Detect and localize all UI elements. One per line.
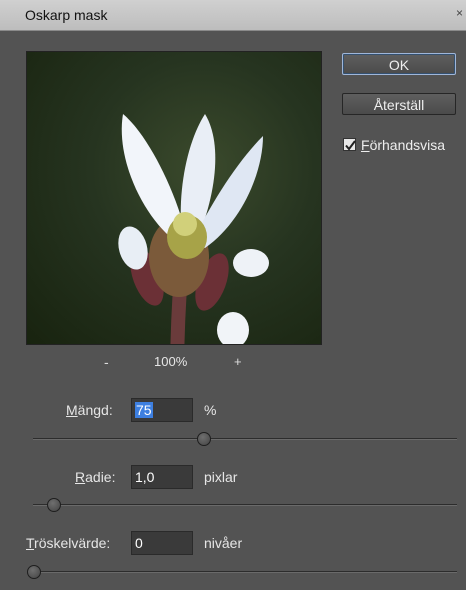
zoom-in-button[interactable]: + <box>234 354 242 369</box>
threshold-unit: nivåer <box>204 535 243 551</box>
radius-slider-track[interactable] <box>33 504 457 506</box>
checkmark-icon <box>345 140 356 151</box>
radius-input[interactable]: 1,0 <box>131 465 193 489</box>
zoom-level: 100% <box>154 354 188 369</box>
amount-input[interactable]: 75 <box>131 398 193 422</box>
close-icon[interactable]: × <box>456 6 464 20</box>
preview-label: Förhandsvisa <box>361 137 446 153</box>
threshold-label: Tröskelvärde: <box>26 535 111 551</box>
amount-unit: % <box>204 402 217 418</box>
window-title: Oskarp mask <box>25 7 108 23</box>
threshold-input[interactable]: 0 <box>131 531 193 555</box>
reset-button[interactable]: Återställ <box>342 93 456 115</box>
preview-checkbox[interactable] <box>343 138 356 151</box>
amount-slider-thumb[interactable] <box>197 432 211 446</box>
zoom-controls: - 100% + <box>0 354 340 372</box>
amount-label: Mängd: <box>66 402 113 418</box>
preview-image[interactable] <box>26 51 322 345</box>
radius-unit: pixlar <box>204 469 238 485</box>
threshold-slider-thumb[interactable] <box>27 565 41 579</box>
ok-button[interactable]: OK <box>342 53 456 75</box>
threshold-slider-track[interactable] <box>33 571 457 573</box>
radius-slider-thumb[interactable] <box>47 498 61 512</box>
title-bar: Oskarp mask × <box>0 0 466 31</box>
radius-label: Radie: <box>75 469 116 485</box>
zoom-out-button[interactable]: - <box>104 354 109 370</box>
amount-slider-track[interactable] <box>33 438 457 440</box>
